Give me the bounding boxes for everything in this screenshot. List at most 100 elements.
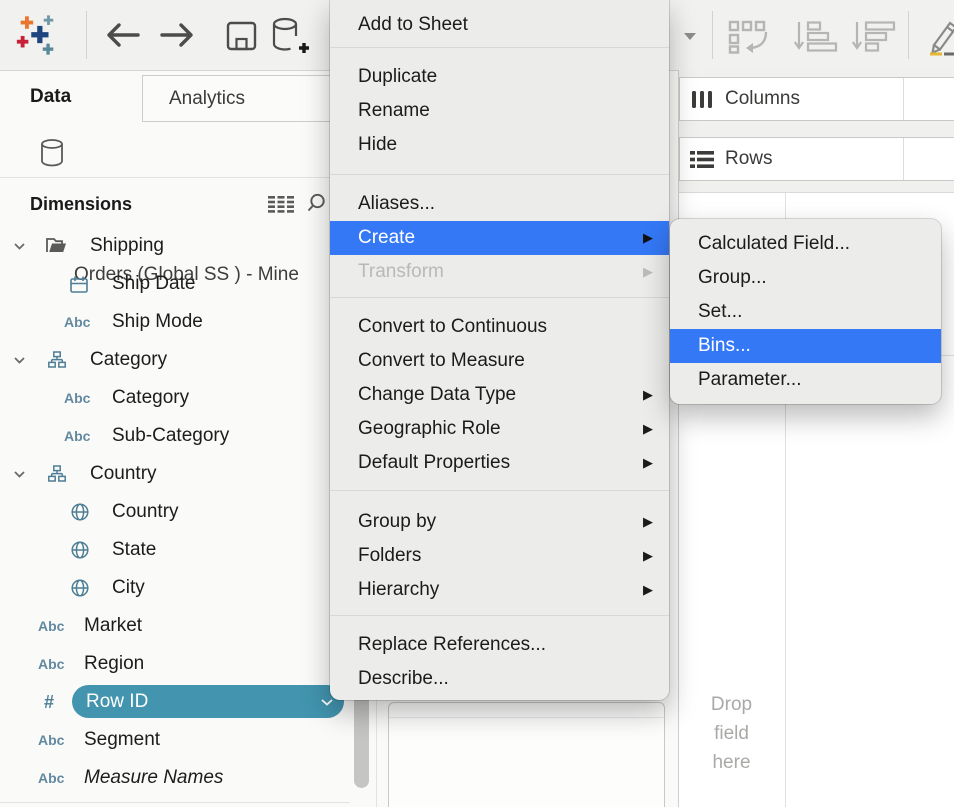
field-label: Ship Mode (112, 303, 203, 341)
submenu-arrow-icon: ▶ (643, 539, 653, 573)
submenu-item-calculated-field[interactable]: Calculated Field... (670, 227, 941, 261)
submenu-arrow-icon: ▶ (643, 573, 653, 607)
menu-item-convert-to-measure[interactable]: Convert to Measure (330, 344, 669, 378)
swap-rows-columns-icon[interactable] (728, 20, 774, 54)
hierarchy-icon (48, 465, 66, 483)
field-label: Segment (84, 721, 160, 759)
drop-field-hint: Drop field here (701, 690, 763, 777)
toolbar-dropdown-caret-icon[interactable] (684, 33, 696, 40)
field-label: Row ID (86, 685, 148, 718)
menu-item-label: Geographic Role (358, 418, 501, 439)
tableau-logo-icon[interactable] (14, 12, 60, 58)
menu-item-describe[interactable]: Describe... (330, 662, 669, 696)
data-pane-scrollbar[interactable] (354, 688, 369, 788)
field-row-market[interactable]: Abc Market (0, 607, 350, 645)
menu-item-default-properties[interactable]: Default Properties ▶ (330, 446, 669, 480)
abc-string-icon: Abc (64, 417, 90, 455)
menu-item-change-data-type[interactable]: Change Data Type ▶ (330, 378, 669, 412)
datasource-row[interactable]: Orders (Global SS ) - Mine (0, 122, 376, 178)
field-row-row-id-selected[interactable]: # Row ID (0, 683, 350, 721)
submenu-item-set[interactable]: Set... (670, 295, 941, 329)
menu-item-hierarchy[interactable]: Hierarchy ▶ (330, 573, 669, 607)
field-row-country-hierarchy[interactable]: Country (0, 455, 350, 493)
menu-item-label: Folders (358, 545, 421, 566)
pill-dropdown-chevron-icon[interactable] (321, 699, 333, 706)
globe-icon (71, 541, 89, 559)
field-row-region[interactable]: Abc Region (0, 645, 350, 683)
field-context-menu: Add to Sheet Duplicate Rename Hide Alias… (330, 0, 669, 700)
shelf-cell-divider (903, 138, 904, 180)
toolbar-divider (86, 11, 87, 59)
field-row-category[interactable]: Abc Category (0, 379, 350, 417)
undo-back-arrow-icon[interactable] (104, 21, 142, 49)
field-row-sub-category[interactable]: Abc Sub-Category (0, 417, 350, 455)
expand-chevron-icon[interactable] (14, 357, 25, 364)
view-data-grid-icon[interactable] (268, 196, 295, 213)
tableau-window: Data Analytics Orders (Global SS ) - Min… (0, 0, 954, 807)
search-icon[interactable] (306, 193, 326, 213)
rows-shelf[interactable]: Rows (679, 137, 954, 181)
sort-descending-icon[interactable] (852, 21, 896, 52)
abc-string-icon: Abc (64, 379, 90, 417)
field-row-country[interactable]: Country (0, 493, 350, 531)
menu-item-group-by[interactable]: Group by ▶ (330, 505, 669, 539)
database-icon (40, 139, 64, 167)
menu-item-aliases[interactable]: Aliases... (330, 187, 669, 221)
submenu-arrow-icon: ▶ (643, 446, 653, 480)
abc-string-icon: Abc (38, 759, 64, 797)
field-row-measure-names[interactable]: Abc Measure Names (0, 759, 350, 797)
row-id-selected-pill[interactable]: Row ID (72, 685, 344, 718)
field-row-ship-date[interactable]: Ship Date (0, 265, 350, 303)
field-label: Market (84, 607, 142, 645)
menu-item-duplicate[interactable]: Duplicate (330, 60, 669, 94)
columns-shelf[interactable]: Columns (679, 77, 954, 121)
toolbar-divider (712, 11, 713, 59)
field-row-shipping[interactable]: Shipping (0, 227, 350, 265)
shelf-cell-divider (903, 78, 904, 120)
field-row-segment[interactable]: Abc Segment (0, 721, 350, 759)
field-label: Shipping (90, 227, 164, 265)
redo-forward-arrow-icon[interactable] (158, 21, 196, 49)
field-label: Category (112, 379, 189, 417)
field-label: Ship Date (112, 265, 195, 303)
menu-item-create-highlighted[interactable]: Create ▶ (330, 221, 669, 255)
abc-string-icon: Abc (38, 645, 64, 683)
menu-item-geographic-role[interactable]: Geographic Role ▶ (330, 412, 669, 446)
submenu-item-bins-highlighted[interactable]: Bins... (670, 329, 941, 363)
menu-item-label: Group by (358, 511, 436, 532)
measures-section-divider (0, 802, 350, 803)
field-label: State (112, 531, 156, 569)
expand-chevron-icon[interactable] (14, 243, 25, 250)
side-card-header-divider (389, 717, 664, 718)
drop-field-zone[interactable]: Drop field here (678, 640, 785, 807)
menu-item-label: Transform (358, 261, 444, 282)
globe-icon (71, 579, 89, 597)
menu-item-convert-to-continuous[interactable]: Convert to Continuous (330, 310, 669, 344)
submenu-item-group[interactable]: Group... (670, 261, 941, 295)
field-row-category-hierarchy[interactable]: Category (0, 341, 350, 379)
sort-ascending-icon[interactable] (794, 21, 838, 52)
expand-chevron-icon[interactable] (14, 471, 25, 478)
field-row-ship-mode[interactable]: Abc Ship Mode (0, 303, 350, 341)
tab-data[interactable]: Data (30, 71, 71, 122)
submenu-arrow-icon: ▶ (643, 221, 653, 255)
add-data-icon[interactable] (270, 16, 310, 58)
submenu-item-parameter[interactable]: Parameter... (670, 363, 941, 397)
field-label: Country (112, 493, 179, 531)
menu-item-add-to-sheet[interactable]: Add to Sheet (330, 2, 669, 47)
menu-item-hide[interactable]: Hide (330, 128, 669, 162)
field-row-state[interactable]: State (0, 531, 350, 569)
menu-item-label: Change Data Type (358, 384, 516, 405)
highlight-pen-icon[interactable] (922, 14, 954, 58)
columns-icon (692, 91, 713, 108)
menu-item-replace-references[interactable]: Replace References... (330, 628, 669, 662)
create-submenu: Calculated Field... Group... Set... Bins… (670, 219, 941, 404)
abc-string-icon: Abc (64, 303, 90, 341)
menu-item-folders[interactable]: Folders ▶ (330, 539, 669, 573)
field-label: Country (90, 455, 157, 493)
save-icon[interactable] (226, 21, 258, 51)
field-row-city[interactable]: City (0, 569, 350, 607)
abc-string-icon: Abc (38, 607, 64, 645)
menu-item-rename[interactable]: Rename (330, 94, 669, 128)
calendar-icon (70, 276, 88, 293)
